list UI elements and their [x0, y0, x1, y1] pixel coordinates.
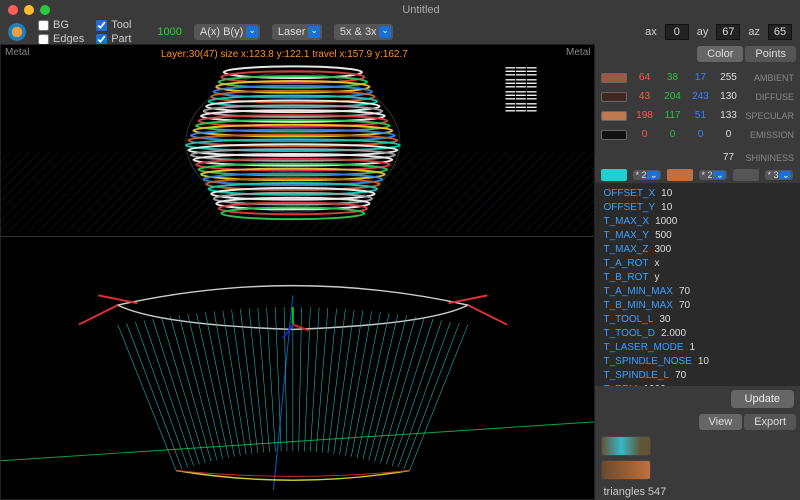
ax-label: ax [645, 26, 657, 38]
param-row: T_TOOL_D2.000 [603, 327, 792, 341]
axis-inputs: ax ay az [645, 24, 792, 40]
viewport-top[interactable]: Metal Layer:30(47) size x:123.8 y:122.1 … [1, 45, 594, 237]
update-button[interactable]: Update [731, 390, 794, 408]
window-title: Untitled [50, 4, 792, 16]
bg-checkbox[interactable]: BG [38, 19, 84, 31]
fullscreen-icon[interactable] [40, 5, 50, 15]
mult-2[interactable]: * 2 [699, 170, 727, 180]
param-row: T_B_ROTy [603, 271, 792, 285]
ax-input[interactable] [665, 24, 689, 40]
swatch-icon[interactable] [601, 111, 627, 121]
thumbnail-1[interactable] [601, 436, 651, 456]
param-row: T_A_MIN_MAX70 [603, 285, 792, 299]
param-row: T_MAX_X1000 [603, 215, 792, 229]
material-editor: 64 38 17 255 AMBIENT 43 204 243 130 DIFF… [595, 64, 800, 148]
mini-swatch-1[interactable] [601, 169, 627, 181]
shininess-label: SHININESS [745, 153, 794, 163]
side-strip-icon: ≡≡≡≡≡≡≡≡≡≡≡≡ [504, 69, 594, 111]
app-logo-icon [8, 23, 26, 41]
viewport-bottom[interactable] [1, 237, 594, 499]
material-row: 198 117 51 133 SPECULAR [601, 106, 794, 125]
toolbar: BG Edges Tool Part 1000 A(x) B(y) Laser … [0, 20, 800, 44]
az-label: az [748, 26, 760, 38]
param-row: T_TOOL_L30 [603, 313, 792, 327]
material-row: 0 0 0 0 EMISSION [601, 125, 794, 144]
tool-checkbox[interactable]: Tool [96, 19, 131, 31]
mode-select[interactable]: Laser [272, 24, 322, 40]
viewport-material-label-2: Metal [566, 47, 590, 58]
param-row: OFFSET_Y10 [603, 201, 792, 215]
feed-value: 1000 [157, 26, 181, 38]
status-bar: triangles 547 [595, 484, 800, 500]
toolpath-render-icon [1, 237, 594, 494]
thumbnails [595, 432, 800, 484]
az-input[interactable] [768, 24, 792, 40]
param-row: T_A_ROTx [603, 257, 792, 271]
tab-export[interactable]: Export [744, 414, 796, 430]
axis-select[interactable]: 5x & 3x [334, 24, 393, 40]
ay-input[interactable] [716, 24, 740, 40]
swatch-icon[interactable] [601, 92, 627, 102]
material-row: 64 38 17 255 AMBIENT [601, 68, 794, 87]
mult-1[interactable]: * 2 [633, 170, 661, 180]
tab-view[interactable]: View [699, 414, 743, 430]
rotation-select[interactable]: A(x) B(y) [194, 24, 260, 40]
swatch-icon[interactable] [601, 130, 627, 140]
side-panel: Color Points 64 38 17 255 AMBIENT 43 204… [595, 44, 800, 500]
close-icon[interactable] [8, 5, 18, 15]
traffic-lights [8, 5, 50, 15]
mini-swatch-2[interactable] [667, 169, 693, 181]
ay-label: ay [697, 26, 709, 38]
tab-color[interactable]: Color [697, 46, 743, 62]
thumbnail-2[interactable] [601, 460, 651, 480]
mini-swatch-3[interactable] [733, 169, 759, 181]
param-row: T_SPINDLE_NOSE10 [603, 355, 792, 369]
shininess-value: 77 [717, 152, 739, 163]
titlebar: Untitled [0, 0, 800, 20]
mult-3[interactable]: * 3 [765, 170, 793, 180]
viewports: Metal Layer:30(47) size x:123.8 y:122.1 … [0, 44, 595, 500]
tab-points[interactable]: Points [745, 46, 796, 62]
param-row: T_MAX_Z300 [603, 243, 792, 257]
param-row: OFFSET_X10 [603, 187, 792, 201]
param-row: T_SPINDLE_L70 [603, 369, 792, 383]
material-row: 43 204 243 130 DIFFUSE [601, 87, 794, 106]
minimize-icon[interactable] [24, 5, 34, 15]
param-row: T_LASER_MODE1 [603, 341, 792, 355]
param-row: T_B_MIN_MAX70 [603, 299, 792, 313]
param-row: T_MAX_Y500 [603, 229, 792, 243]
swatch-icon[interactable] [601, 73, 627, 83]
parameter-list: OFFSET_X10OFFSET_Y10T_MAX_X1000T_MAX_Y50… [595, 183, 800, 386]
